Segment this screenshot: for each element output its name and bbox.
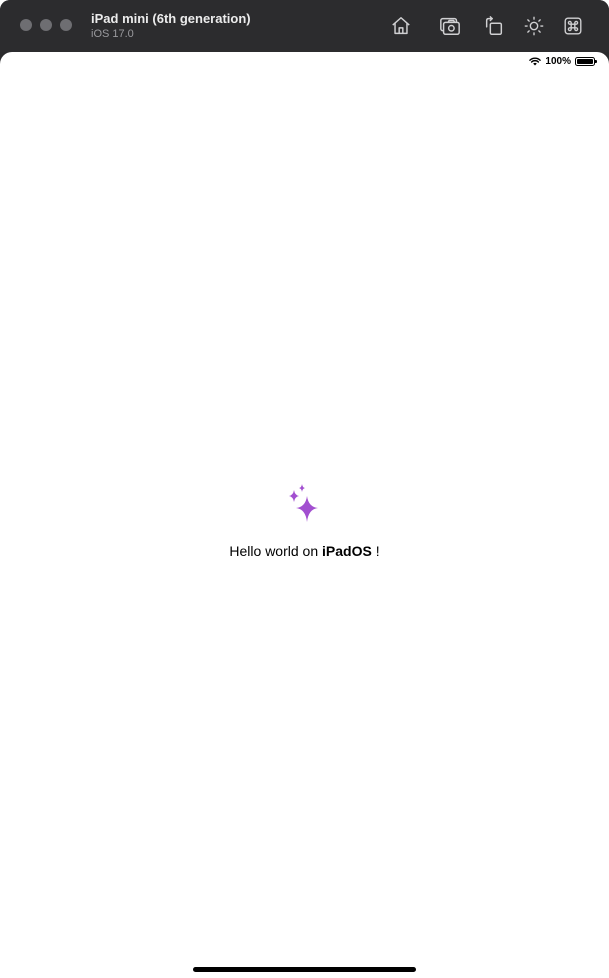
battery-level bbox=[577, 59, 593, 64]
home-indicator[interactable] bbox=[193, 967, 416, 972]
hello-message: Hello world on iPadOS ! bbox=[0, 543, 609, 559]
hello-prefix: Hello world on bbox=[229, 543, 323, 559]
title-bar: iPad mini (6th generation) iOS 17.0 bbox=[0, 0, 609, 52]
battery-percentage: 100% bbox=[545, 56, 571, 67]
rotate-icon bbox=[485, 16, 503, 35]
sparkles-icon bbox=[289, 484, 318, 522]
minimize-window-button[interactable] bbox=[40, 19, 52, 31]
screenshot-button[interactable] bbox=[438, 14, 462, 38]
close-window-button[interactable] bbox=[20, 19, 32, 31]
zoom-window-button[interactable] bbox=[60, 19, 72, 31]
brightness-button[interactable] bbox=[522, 14, 546, 38]
device-name: iPad mini (6th generation) bbox=[91, 11, 251, 26]
status-bar: 100% bbox=[529, 56, 597, 67]
keyboard-shortcuts-button[interactable] bbox=[561, 14, 585, 38]
screenshot-icon bbox=[440, 17, 460, 35]
home-button[interactable] bbox=[389, 14, 413, 38]
brightness-icon bbox=[524, 16, 544, 36]
hello-suffix: ! bbox=[371, 543, 380, 559]
battery-icon bbox=[575, 57, 597, 66]
os-version: iOS 17.0 bbox=[91, 28, 134, 40]
wifi-icon bbox=[529, 57, 542, 66]
device-screen[interactable]: 100% Hello world on iPadOS ! bbox=[0, 52, 609, 978]
home-icon bbox=[392, 17, 410, 35]
simulator-window: iPad mini (6th generation) iOS 17.0 100%… bbox=[0, 0, 609, 978]
platform-name: iPadOS bbox=[322, 543, 372, 559]
rotate-button[interactable] bbox=[482, 14, 506, 38]
command-icon bbox=[564, 17, 582, 35]
